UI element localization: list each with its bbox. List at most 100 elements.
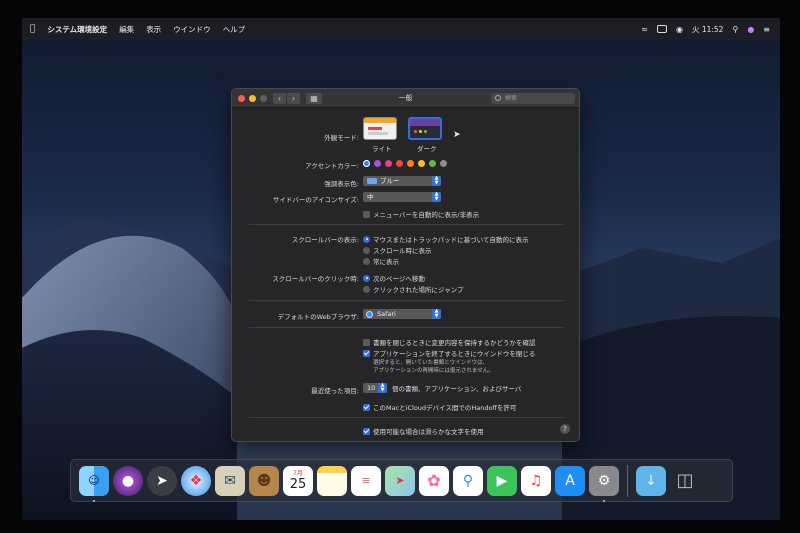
launchpad-icon[interactable]: ➤ [147, 465, 177, 496]
font-smoothing-label: 使用可能な場合は滑らかな文字を使用 [373, 428, 484, 436]
radio-button[interactable] [363, 274, 370, 282]
forward-button[interactable]: › [287, 93, 300, 104]
search-field[interactable]: 検索 [491, 93, 575, 104]
dock: ☺ ● ➤ ❖ ✉ ☻ 7月 25 ≡ ➤ ✿ ⚲ ▶ ♫ A ⚙ ↓ ◫ [70, 459, 733, 502]
highlight-color-popup[interactable]: ブルー ▲ ▼ [363, 176, 441, 186]
show-scrollbars-option-scrolling[interactable]: スクロール時に表示 [363, 245, 432, 255]
option-label: クリックされた場所にジャンプ [373, 286, 464, 294]
contacts-icon[interactable]: ☻ [249, 465, 279, 496]
menu-view[interactable]: 表示 [146, 24, 161, 35]
notes-icon[interactable] [317, 465, 347, 496]
accent-color-swatch[interactable] [418, 160, 425, 167]
trash-icon[interactable]: ◫ [670, 466, 700, 496]
show-all-grid-icon[interactable]: ▦ [306, 93, 322, 104]
accent-color-swatch[interactable] [407, 160, 414, 167]
radio-button[interactable] [363, 285, 370, 293]
radio-button[interactable] [363, 235, 370, 243]
highlight-color-value: ブルー [380, 177, 400, 185]
ask-keep-changes-checkbox[interactable] [363, 338, 370, 346]
popup-arrows-icon: ▲ ▼ [378, 383, 387, 393]
photos-icon[interactable]: ✿ [419, 465, 449, 496]
close-windows-row[interactable]: アプリケーションを終了するときにウインドウを閉じる [363, 348, 535, 358]
radio-button[interactable] [363, 246, 370, 254]
menubar-auto-hide-row[interactable]: メニューバーを自動的に表示/非表示 [363, 209, 479, 219]
accent-color-swatch[interactable] [396, 160, 403, 167]
menu-clock[interactable]: 火 11:52 [692, 24, 724, 35]
search-placeholder: 検索 [505, 95, 518, 102]
close-windows-checkbox[interactable] [363, 349, 370, 357]
itunes-icon[interactable]: ♫ [521, 465, 551, 496]
help-button[interactable]: ? [560, 424, 570, 434]
ask-keep-changes-row[interactable]: 書類を閉じるときに変更内容を保持するかどうかを確認 [363, 337, 536, 347]
user-icon[interactable]: ◉ [676, 25, 683, 34]
menu-window[interactable]: ウインドウ [173, 24, 211, 35]
notification-center-icon[interactable]: ≡ [763, 25, 770, 34]
accent-color-swatch[interactable] [440, 160, 447, 167]
general-preferences-window: ‹ › ▦ 一般 検索 外観モード: ライト ダーク ➤ アクセントカラー: 強… [231, 88, 580, 442]
click-scrollbar-option-next-page[interactable]: 次のページへ移動 [363, 273, 425, 283]
separator [249, 327, 564, 328]
close-windows-note-line2: アプリケーションの再開時には復元されません。 [373, 368, 494, 374]
handoff-checkbox[interactable] [363, 403, 370, 411]
accent-color-swatch[interactable] [429, 160, 436, 167]
search-icon [495, 95, 501, 101]
default-browser-popup[interactable]: Safari ▲ ▼ [363, 309, 441, 319]
handoff-row[interactable]: このMacとiCloudデバイス間でのHandoffを許可 [363, 402, 516, 412]
menu-app-name[interactable]: システム環境設定 [47, 24, 107, 35]
calendar-day: 25 [289, 476, 307, 492]
close-button[interactable] [238, 95, 245, 102]
sidebar-icon-size-popup[interactable]: 中 ▲ ▼ [363, 192, 441, 202]
facetime-icon[interactable]: ▶ [487, 465, 517, 496]
maps-icon[interactable]: ➤ [385, 465, 415, 496]
radio-button[interactable] [363, 257, 370, 265]
battery-icon[interactable] [656, 25, 667, 33]
close-windows-note-line1: 選択すると、開いていた書類とウインドウは、 [373, 360, 489, 366]
messages-icon[interactable]: ⚲ [453, 465, 483, 496]
appearance-light-label: ライト [372, 145, 392, 153]
highlight-color-label: 強調表示色: [324, 180, 359, 188]
finder-icon[interactable]: ☺ [79, 465, 109, 502]
accent-color-swatch[interactable] [363, 160, 370, 167]
show-scrollbars-option-auto[interactable]: マウスまたはトラックパッドに基づいて自動的に表示 [363, 234, 528, 244]
safari-icon[interactable]: ❖ [181, 465, 211, 496]
appearance-light-thumbnail[interactable] [363, 117, 397, 140]
downloads-folder-icon[interactable]: ↓ [636, 465, 666, 496]
default-browser-label: デフォルトのWebブラウザ: [277, 313, 359, 321]
menu-edit[interactable]: 編集 [119, 24, 134, 35]
recent-items-popup[interactable]: 10 ▲ ▼ [363, 383, 387, 393]
apple-menu-icon[interactable]:  [30, 24, 35, 34]
click-scrollbar-option-jump[interactable]: クリックされた場所にジャンプ [363, 284, 463, 294]
reminders-icon[interactable]: ≡ [351, 465, 381, 496]
safari-icon [366, 310, 373, 318]
separator [249, 417, 564, 418]
menubar-auto-hide-checkbox[interactable] [363, 210, 370, 218]
accent-color-swatch[interactable] [374, 160, 381, 167]
option-label: 次のページへ移動 [373, 275, 425, 283]
calendar-icon[interactable]: 7月 25 [283, 465, 313, 496]
mail-icon[interactable]: ✉ [215, 465, 245, 496]
font-smoothing-checkbox[interactable] [363, 427, 370, 435]
show-scrollbars-option-always[interactable]: 常に表示 [363, 256, 399, 266]
menu-bar:  システム環境設定 編集 表示 ウインドウ ヘルプ ≈ ◉ 火 11:52 ⚲… [22, 18, 780, 40]
accent-color-swatch[interactable] [385, 160, 392, 167]
system-preferences-icon[interactable]: ⚙ [589, 465, 619, 502]
dock-separator [627, 464, 628, 497]
app-store-icon[interactable]: A [555, 465, 585, 496]
siri-icon[interactable]: ● [747, 25, 754, 34]
wifi-icon[interactable]: ≈ [641, 25, 648, 34]
menu-help[interactable]: ヘルプ [223, 24, 246, 35]
zoom-button[interactable] [260, 95, 267, 102]
desktop:  システム環境設定 編集 表示 ウインドウ ヘルプ ≈ ◉ 火 11:52 ⚲… [22, 18, 780, 520]
siri-icon[interactable]: ● [113, 465, 143, 496]
sidebar-icon-size-value: 中 [367, 193, 374, 201]
title-bar: ‹ › ▦ 一般 検索 [232, 89, 579, 108]
popup-arrows-icon: ▲ ▼ [432, 192, 441, 202]
minimize-button[interactable] [249, 95, 256, 102]
spotlight-icon[interactable]: ⚲ [732, 25, 738, 34]
appearance-dark-thumbnail[interactable] [408, 117, 442, 140]
popup-arrows-icon: ▲ ▼ [432, 176, 441, 186]
back-button[interactable]: ‹ [273, 93, 286, 104]
recent-items-suffix: 個の書類、アプリケーション、およびサーバ [392, 385, 522, 393]
close-windows-label: アプリケーションを終了するときにウインドウを閉じる [373, 350, 536, 358]
font-smoothing-row[interactable]: 使用可能な場合は滑らかな文字を使用 [363, 426, 484, 436]
